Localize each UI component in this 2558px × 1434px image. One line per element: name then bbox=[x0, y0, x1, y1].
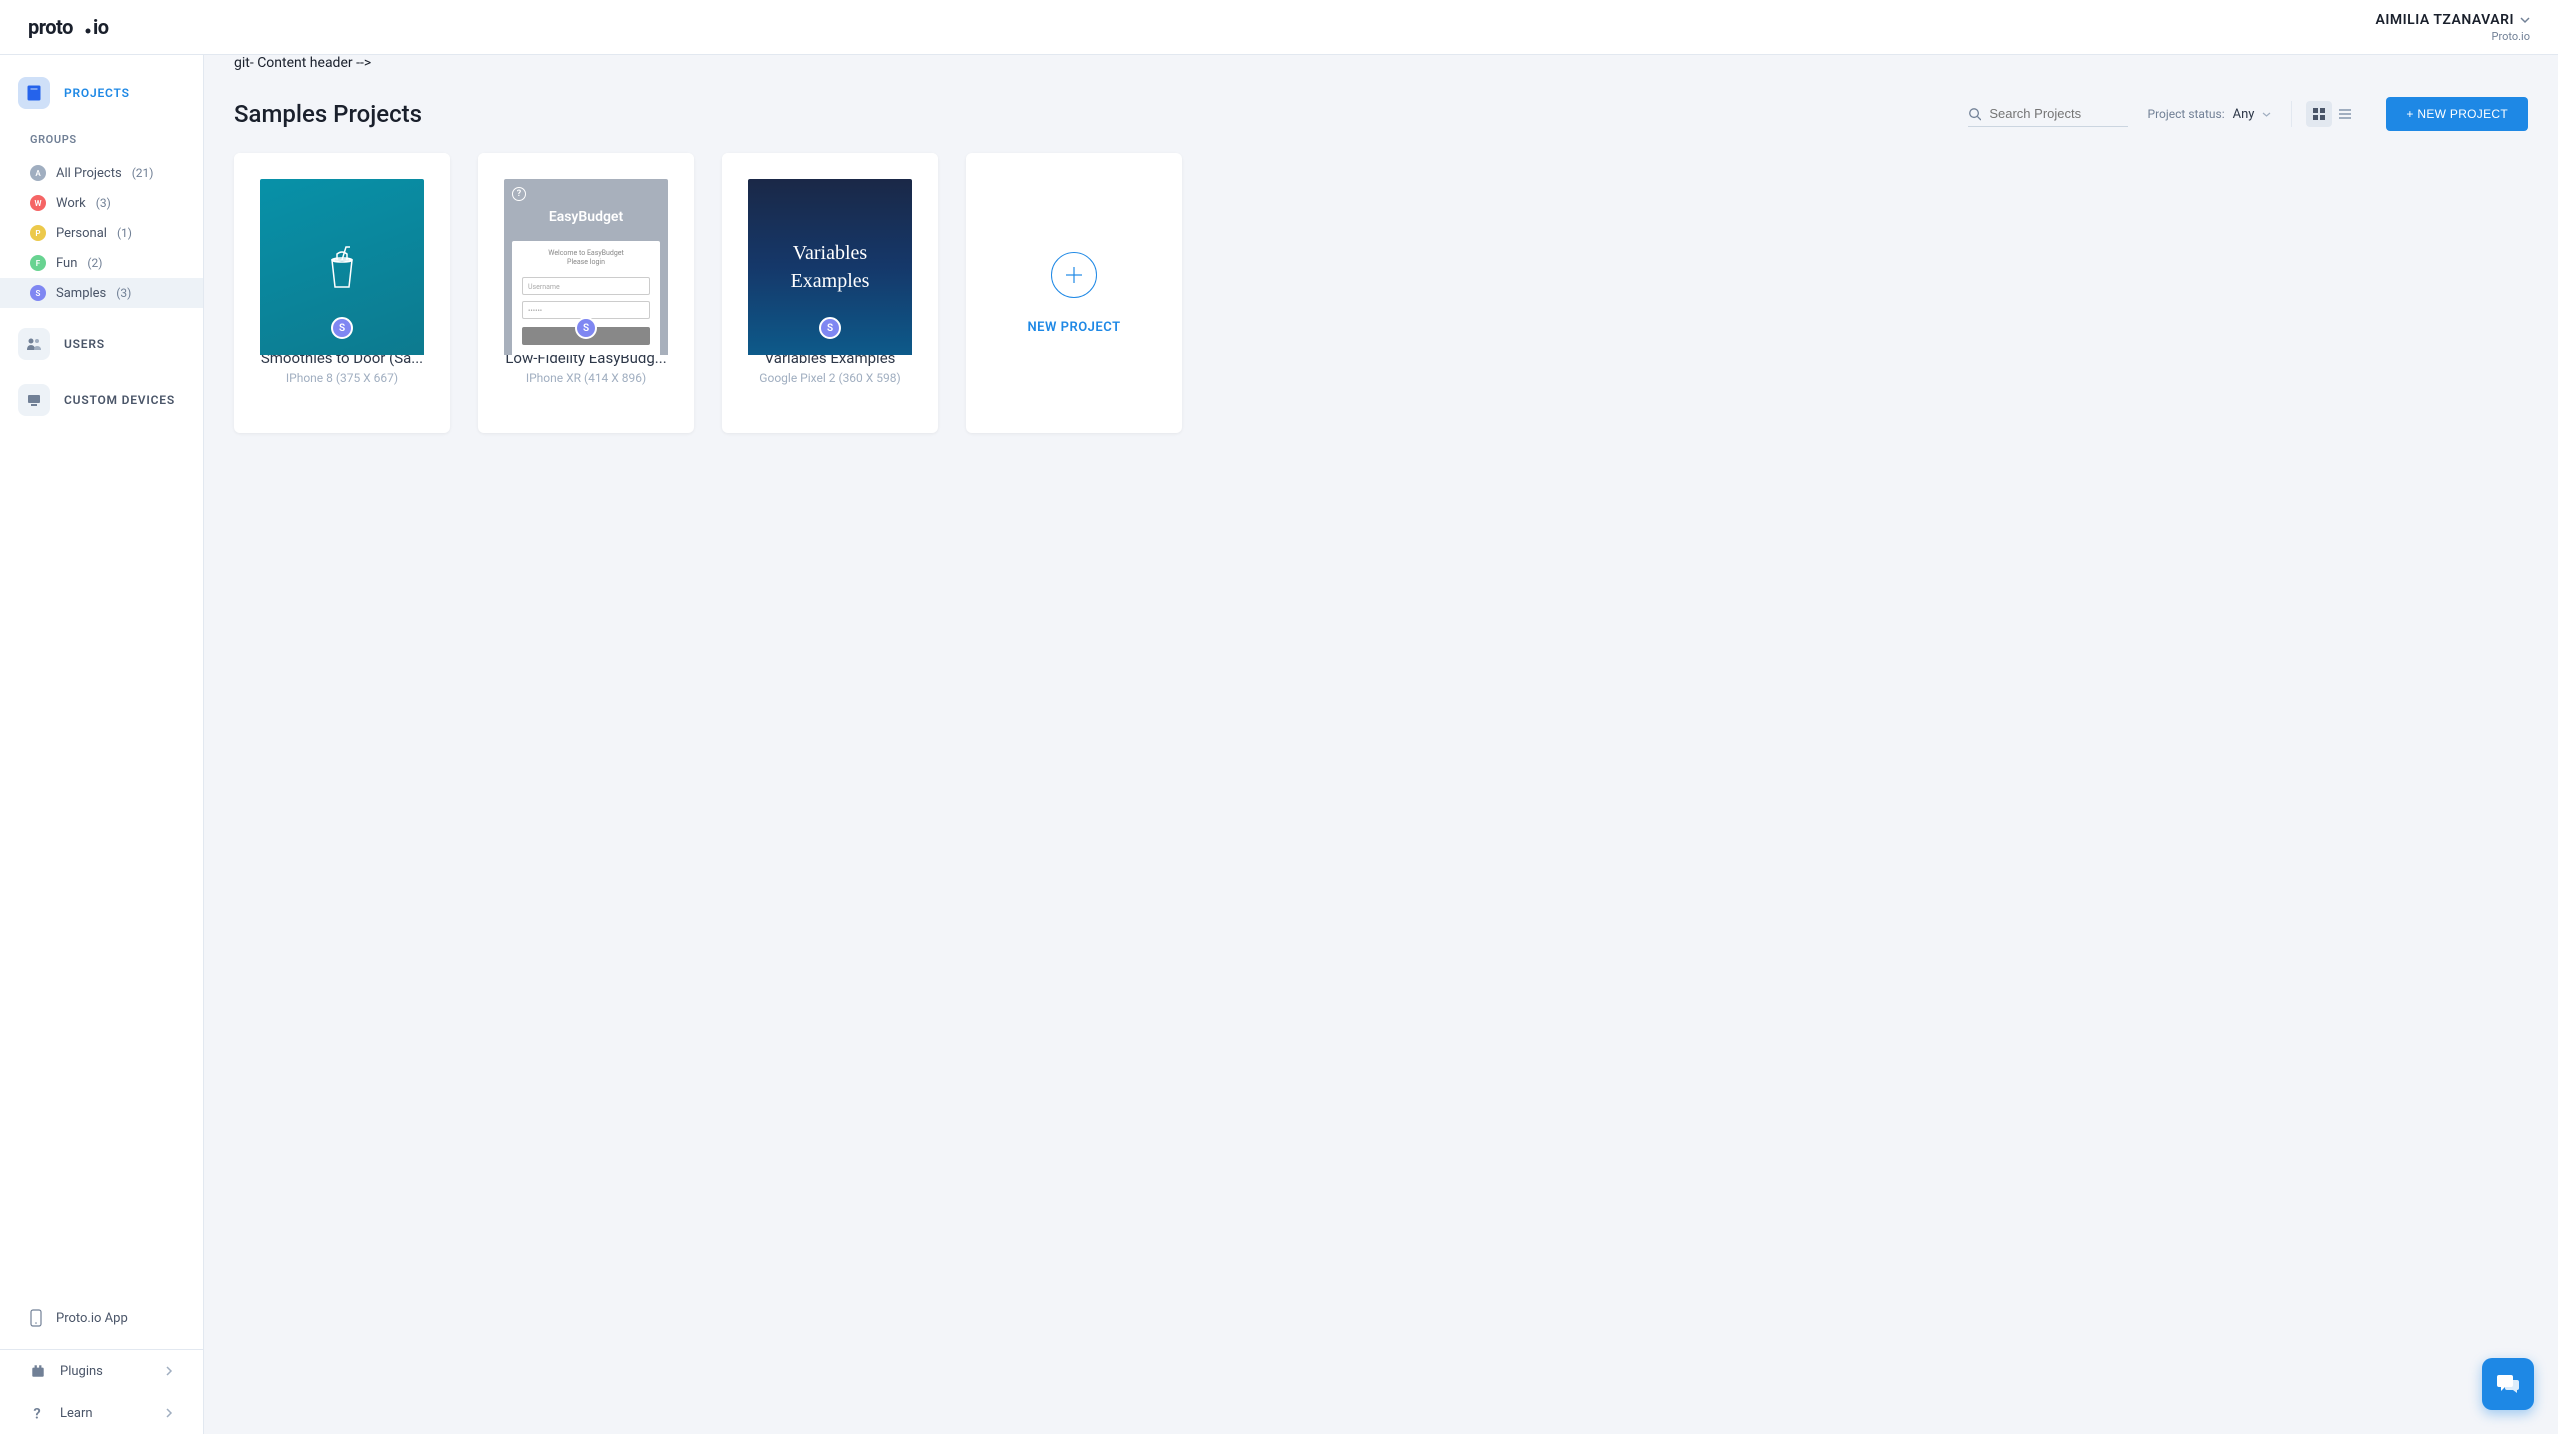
chevron-right-icon bbox=[165, 1366, 173, 1376]
sidebar-group-samples[interactable]: S Samples (3) bbox=[0, 278, 203, 308]
project-group-badge: S bbox=[331, 317, 353, 339]
group-badge-icon: W bbox=[30, 195, 46, 211]
sidebar: PROJECTS GROUPS A All Projects (21) W Work (3… bbox=[0, 55, 204, 1434]
content-area: git- Content header --> Samples Projects… bbox=[204, 55, 2558, 1434]
group-name-label: Personal bbox=[56, 226, 107, 241]
chevron-down-icon bbox=[2262, 110, 2271, 119]
svg-text:io: io bbox=[93, 17, 109, 39]
groups-heading: GROUPS bbox=[0, 133, 203, 146]
learn-link[interactable]: ? Learn bbox=[0, 1392, 203, 1434]
chat-icon bbox=[2495, 1372, 2521, 1396]
group-badge-icon: S bbox=[30, 285, 46, 301]
group-name-label: All Projects bbox=[56, 166, 122, 181]
mobile-icon bbox=[30, 1309, 42, 1327]
grid-icon bbox=[2312, 107, 2326, 121]
plus-icon bbox=[1051, 252, 1097, 298]
svg-text:?: ? bbox=[33, 1405, 40, 1421]
devices-icon bbox=[27, 393, 41, 407]
projects-icon bbox=[27, 85, 41, 101]
project-group-badge: S bbox=[575, 317, 597, 339]
nav-users-label: USERS bbox=[64, 337, 105, 351]
project-card[interactable]: ?EasyBudget Welcome to EasyBudget Please… bbox=[478, 153, 694, 433]
sidebar-group-all-projects[interactable]: A All Projects (21) bbox=[0, 158, 203, 188]
help-icon: ? bbox=[30, 1405, 46, 1421]
header-bar: proto io AIMILIA TZANAVARI Proto.io bbox=[0, 0, 2558, 55]
user-name-label: AIMILIA TZANAVARI bbox=[2375, 12, 2514, 28]
plugins-link[interactable]: Plugins bbox=[0, 1350, 203, 1392]
users-icon bbox=[26, 337, 42, 351]
search-input[interactable] bbox=[1989, 106, 2127, 121]
nav-custom-devices[interactable]: CUSTOM DEVICES bbox=[0, 384, 203, 416]
chevron-right-icon bbox=[165, 1408, 173, 1418]
group-badge-icon: A bbox=[30, 165, 46, 181]
chevron-down-icon bbox=[2520, 15, 2530, 25]
new-project-button[interactable]: + NEW PROJECT bbox=[2386, 97, 2528, 131]
group-name-label: Fun bbox=[56, 256, 77, 271]
plugins-icon bbox=[30, 1363, 46, 1379]
group-count-label: (21) bbox=[132, 166, 154, 180]
page-title: Samples Projects bbox=[234, 100, 422, 128]
new-project-card-label: NEW PROJECT bbox=[1027, 320, 1120, 335]
nav-custom-devices-label: CUSTOM DEVICES bbox=[64, 393, 175, 407]
group-count-label: (3) bbox=[116, 286, 131, 300]
chat-button[interactable] bbox=[2482, 1358, 2534, 1410]
project-device: IPhone 8 (375 X 667) bbox=[246, 371, 438, 385]
list-view-button[interactable] bbox=[2332, 101, 2358, 127]
group-count-label: (3) bbox=[96, 196, 111, 210]
new-project-card[interactable]: NEW PROJECT bbox=[966, 153, 1182, 433]
user-menu[interactable]: AIMILIA TZANAVARI Proto.io bbox=[2375, 12, 2530, 43]
learn-label: Learn bbox=[60, 1406, 93, 1421]
project-grid: S Smoothies to Door (Sa... IPhone 8 (375… bbox=[234, 153, 2528, 433]
svg-text:proto: proto bbox=[28, 17, 73, 39]
user-org-label: Proto.io bbox=[2375, 30, 2530, 43]
project-card[interactable]: S Smoothies to Door (Sa... IPhone 8 (375… bbox=[234, 153, 450, 433]
status-value: Any bbox=[2233, 107, 2255, 122]
sidebar-group-fun[interactable]: F Fun (2) bbox=[0, 248, 203, 278]
project-card[interactable]: Variables Examples S Variables Examples … bbox=[722, 153, 938, 433]
nav-projects-label: PROJECTS bbox=[64, 86, 130, 100]
status-filter[interactable]: Project status: Any bbox=[2148, 107, 2272, 122]
project-group-badge: S bbox=[819, 317, 841, 339]
group-badge-icon: F bbox=[30, 255, 46, 271]
proto-app-label: Proto.io App bbox=[56, 1311, 128, 1326]
proto-app-link[interactable]: Proto.io App bbox=[0, 1295, 203, 1349]
brand-logo[interactable]: proto io bbox=[28, 15, 126, 40]
status-label: Project status: bbox=[2148, 107, 2225, 121]
plugins-label: Plugins bbox=[60, 1364, 103, 1379]
list-icon bbox=[2338, 107, 2352, 121]
group-count-label: (2) bbox=[87, 256, 102, 270]
grid-view-button[interactable] bbox=[2306, 101, 2332, 127]
group-count-label: (1) bbox=[117, 226, 132, 240]
nav-projects[interactable]: PROJECTS bbox=[0, 77, 203, 109]
sidebar-group-work[interactable]: W Work (3) bbox=[0, 188, 203, 218]
search-wrap bbox=[1968, 102, 2128, 127]
nav-users[interactable]: USERS bbox=[0, 328, 203, 360]
group-badge-icon: P bbox=[30, 225, 46, 241]
search-icon bbox=[1968, 106, 1982, 122]
group-name-label: Samples bbox=[56, 286, 106, 301]
group-name-label: Work bbox=[56, 196, 86, 211]
sidebar-group-personal[interactable]: P Personal (1) bbox=[0, 218, 203, 248]
project-device: IPhone XR (414 X 896) bbox=[490, 371, 682, 385]
project-device: Google Pixel 2 (360 X 598) bbox=[734, 371, 926, 385]
